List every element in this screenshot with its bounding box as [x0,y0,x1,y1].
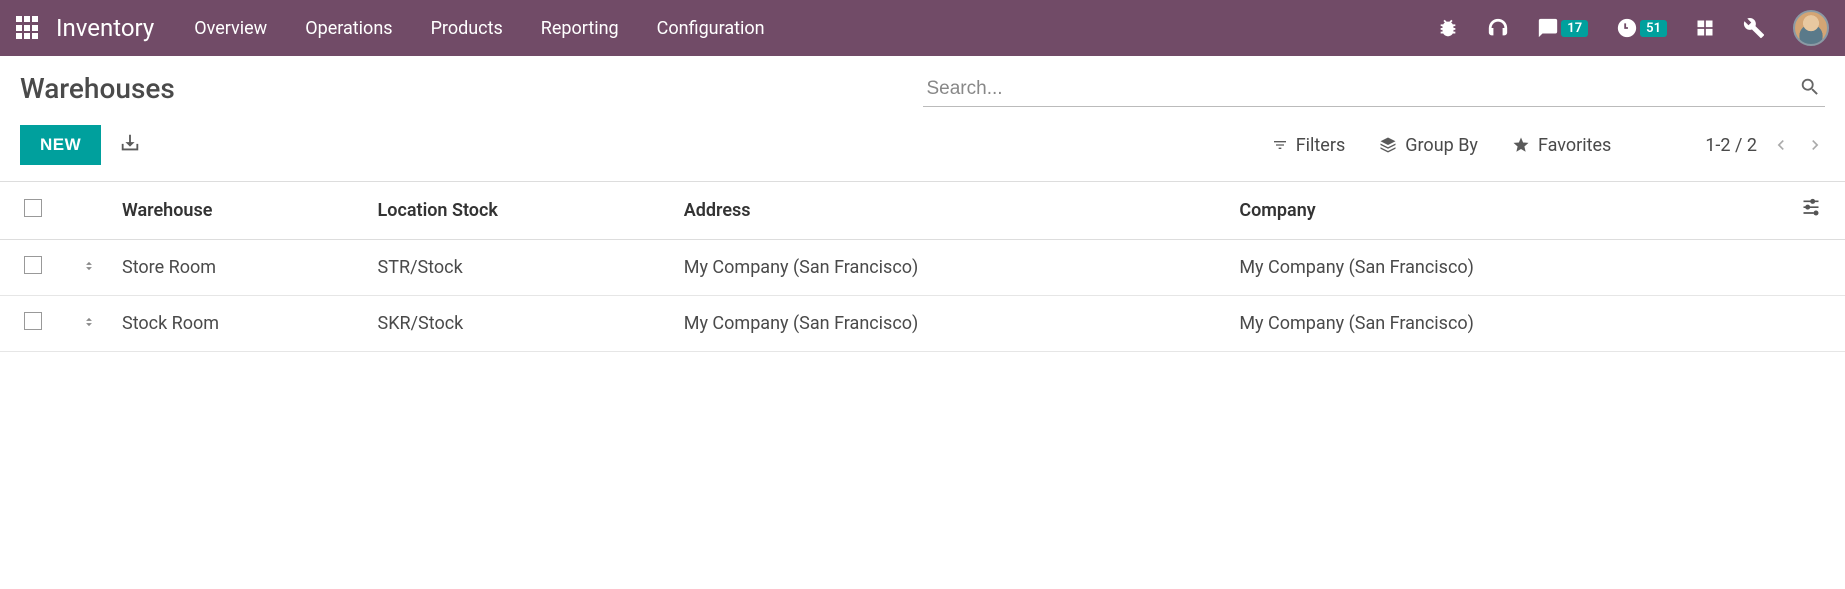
filters-button[interactable]: Filters [1272,135,1346,156]
favorites-button[interactable]: Favorites [1512,135,1611,156]
bug-icon[interactable] [1437,17,1459,39]
nav-operations[interactable]: Operations [305,18,392,39]
cell-location-stock: SKR/Stock [368,296,674,352]
nav-overview[interactable]: Overview [194,18,267,39]
support-icon[interactable] [1487,17,1509,39]
row-checkbox[interactable] [24,256,42,274]
table-row[interactable]: Store Room STR/Stock My Company (San Fra… [0,240,1845,296]
search-wrap [923,72,1826,107]
pager: 1-2 / 2 [1705,135,1825,156]
messages-badge: 17 [1561,20,1588,37]
control-panel: Warehouses NEW Filters Group By Favorite… [0,56,1845,181]
search-icon[interactable] [1799,76,1821,103]
navbar: Inventory Overview Operations Products R… [0,0,1845,56]
avatar[interactable] [1793,10,1829,46]
col-company[interactable]: Company [1229,182,1785,240]
import-icon[interactable] [119,132,141,159]
cell-company: My Company (San Francisco) [1229,240,1785,296]
messages-icon[interactable]: 17 [1537,17,1588,39]
nav-reporting[interactable]: Reporting [541,18,619,39]
filters-label: Filters [1296,135,1346,156]
activities-icon[interactable]: 51 [1616,17,1667,39]
cell-warehouse: Stock Room [112,296,368,352]
select-all-checkbox[interactable] [24,199,42,217]
nav-configuration[interactable]: Configuration [657,18,765,39]
cell-address: My Company (San Francisco) [674,296,1230,352]
nav-products[interactable]: Products [431,18,503,39]
nav-right: 17 51 [1437,10,1829,46]
favorites-label: Favorites [1538,135,1611,156]
drag-handle-icon[interactable] [82,315,96,329]
column-settings-icon[interactable] [1801,202,1821,223]
grid-icon[interactable] [1695,18,1715,38]
pager-next-icon[interactable] [1805,135,1825,155]
tools-icon[interactable] [1743,17,1765,39]
warehouse-table: Warehouse Location Stock Address Company… [0,181,1845,352]
table-row[interactable]: Stock Room SKR/Stock My Company (San Fra… [0,296,1845,352]
groupby-button[interactable]: Group By [1379,135,1478,156]
col-location-stock[interactable]: Location Stock [368,182,674,240]
pager-range: 1-2 / 2 [1705,135,1757,156]
activities-badge: 51 [1640,20,1667,37]
apps-icon[interactable] [16,16,40,40]
cell-location-stock: STR/Stock [368,240,674,296]
groupby-label: Group By [1405,135,1478,156]
page-title: Warehouses [20,72,175,105]
cell-warehouse: Store Room [112,240,368,296]
filter-bar: Filters Group By Favorites 1-2 / 2 [1272,135,1825,156]
search-input[interactable] [923,72,1826,107]
new-button[interactable]: NEW [20,125,101,165]
pager-prev-icon[interactable] [1771,135,1791,155]
nav-menu: Overview Operations Products Reporting C… [194,18,764,39]
col-warehouse[interactable]: Warehouse [112,182,368,240]
row-checkbox[interactable] [24,312,42,330]
brand[interactable]: Inventory [56,14,154,42]
col-address[interactable]: Address [674,182,1230,240]
cell-address: My Company (San Francisco) [674,240,1230,296]
drag-handle-icon[interactable] [82,259,96,273]
cell-company: My Company (San Francisco) [1229,296,1785,352]
